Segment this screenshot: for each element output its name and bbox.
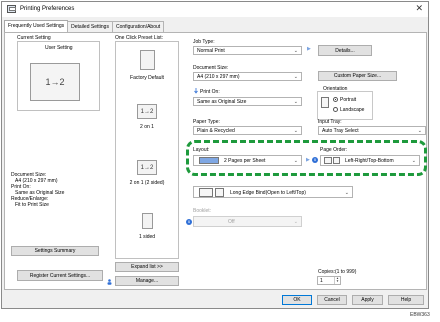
input-tray-label: Input Tray: (318, 119, 342, 125)
layout-value: 2 Pages per Sheet (224, 158, 266, 164)
print-on-marker-icon (194, 88, 198, 94)
chevron-down-icon: ⌄ (293, 128, 298, 134)
settings-panel: Current Setting User Setting 1→2 Documen… (4, 32, 427, 290)
expand-list-button[interactable]: Expand list >> (115, 262, 179, 272)
layout-label: Layout: (193, 147, 210, 153)
copies-value: 1 (320, 278, 323, 284)
tab-bar: Frequently Used Settings Detailed Settin… (4, 20, 165, 32)
info-icon: i (186, 219, 192, 225)
print-on-value: Same as Original Size (197, 99, 247, 105)
details-button[interactable]: Details... (318, 45, 372, 56)
chevron-down-icon: ⌄ (293, 219, 298, 225)
job-type-value: Normal Print (197, 48, 225, 54)
cancel-button[interactable]: Cancel (317, 295, 347, 305)
preset-item-1-sided[interactable]: 1 sided (116, 213, 178, 240)
input-tray-value: Auto Tray Select (322, 128, 359, 134)
portrait-radio[interactable] (333, 97, 338, 102)
layout-select[interactable]: 2 Pages per Sheet ⌄ (193, 155, 302, 166)
title-bar: Printing Preferences ✕ (2, 2, 428, 17)
chevron-down-icon: ⌄ (293, 99, 298, 105)
printer-app-icon (7, 5, 16, 13)
arrow-right-icon: ▶ (307, 46, 311, 52)
info-icon: i (312, 157, 318, 163)
print-on-label: Print On: (200, 89, 220, 95)
preset-item-2-on-1-duplex[interactable]: 1→2 2 on 1 (2 sided) (116, 160, 178, 186)
close-icon[interactable]: ✕ (415, 4, 423, 13)
figure-caption: EBW363 (410, 312, 430, 318)
two-pages-icon: 1→2 (137, 104, 157, 119)
manage-button[interactable]: Manage... (115, 276, 179, 286)
preset-label: Factory Default (130, 75, 164, 81)
preset-label: 1 sided (138, 234, 156, 240)
current-setting-box: User Setting 1→2 (17, 41, 100, 111)
landscape-label: Landscape (340, 107, 365, 113)
user-icon (107, 279, 112, 285)
binding-edge-icon (215, 188, 224, 197)
portrait-label: Portrait (340, 97, 357, 103)
chevron-down-icon: ⌄ (417, 128, 422, 134)
apply-button[interactable]: Apply (352, 295, 383, 305)
print-on-select[interactable]: Same as Original Size ⌄ (193, 97, 302, 106)
portrait-page-icon (321, 97, 329, 108)
two-pages-per-sheet-icon (199, 157, 219, 164)
two-pages-glyph: 1→2 (140, 108, 154, 115)
document-icon (139, 50, 155, 70)
summary-line-6: Fit to Print Size (15, 202, 49, 208)
arrow-down-icon (333, 157, 340, 164)
paper-type-select[interactable]: Plain & Recycled ⌄ (193, 126, 302, 135)
chevron-down-icon: ⌄ (293, 48, 298, 54)
tab-configuration-about[interactable]: Configuration/About (111, 21, 165, 32)
document-size-value: A4 (210 x 297 mm) (197, 74, 240, 80)
chevron-down-icon: ⌄ (344, 190, 349, 196)
paper-type-label: Paper Type: (193, 119, 220, 125)
duplex-select[interactable]: Long Edge Bind(Open to Left/Top) ⌄ (193, 186, 353, 198)
ok-button[interactable]: OK (282, 295, 312, 305)
preset-list: Factory Default 1→2 2 on 1 1→2 2 on 1 (2… (115, 41, 179, 259)
page-order-value: Left-Right/Top-Bottom (345, 158, 394, 164)
help-button[interactable]: Help (388, 295, 424, 305)
tab-detailed-settings[interactable]: Detailed Settings (67, 21, 113, 32)
layout-preview-image: 1→2 (30, 63, 80, 101)
tab-frequently-used-settings[interactable]: Frequently Used Settings (4, 20, 69, 32)
landscape-radio[interactable] (333, 107, 338, 112)
page-order-select[interactable]: Left-Right/Top-Bottom ⌄ (320, 155, 420, 166)
input-tray-select[interactable]: Auto Tray Select ⌄ (318, 126, 426, 135)
preset-label: 2 on 1 (140, 124, 154, 130)
chevron-down-icon: ⌄ (293, 158, 298, 164)
window-title: Printing Preferences (20, 6, 75, 12)
preset-label: 2 on 1 (2 sided) (129, 180, 165, 186)
booklet-label: Booklet: (193, 208, 212, 214)
arrow-right-icon: ▶ (306, 157, 310, 163)
settings-summary-button[interactable]: Settings Summary (11, 246, 99, 256)
preset-item-2-on-1[interactable]: 1→2 2 on 1 (116, 104, 178, 130)
job-type-select[interactable]: Normal Print ⌄ (193, 46, 302, 55)
chevron-down-icon: ⌄ (293, 74, 298, 80)
copies-spinner[interactable]: 1 ▲ ▼ (317, 276, 341, 285)
register-current-settings-button[interactable]: Register Current Settings... (17, 270, 103, 281)
page-order-label: Page Order: (320, 147, 348, 153)
layout-preview-text: 1→2 (45, 77, 65, 87)
duplex-value: Long Edge Bind(Open to Left/Top) (230, 190, 306, 196)
booklet-value: Off (228, 219, 235, 225)
duplex-print-icon (199, 188, 213, 197)
document-size-select[interactable]: A4 (210 x 297 mm) ⌄ (193, 72, 302, 81)
preset-item-factory-default[interactable]: Factory Default (116, 50, 178, 81)
chevron-down-icon: ⌄ (411, 158, 416, 164)
current-setting-name: User Setting (45, 45, 73, 51)
two-pages-duplex-icon: 1→2 (137, 160, 157, 175)
single-sided-icon (141, 213, 153, 229)
booklet-select[interactable]: Off ⌄ (193, 216, 302, 227)
orientation-group: Portrait Landscape (317, 91, 373, 120)
printing-preferences-window: Printing Preferences ✕ Frequently Used S… (1, 1, 429, 309)
two-pages-duplex-glyph: 1→2 (140, 164, 154, 171)
arrow-right-icon (324, 157, 332, 164)
paper-type-value: Plain & Recycled (197, 128, 235, 134)
job-type-label: Job Type: (193, 39, 215, 45)
spinner-arrows-icon[interactable]: ▲ ▼ (334, 277, 340, 284)
copies-label: Copies:(1 to 999) (318, 269, 357, 275)
document-size-label: Document Size: (193, 65, 229, 71)
custom-paper-size-button[interactable]: Custom Paper Size... (318, 71, 397, 81)
